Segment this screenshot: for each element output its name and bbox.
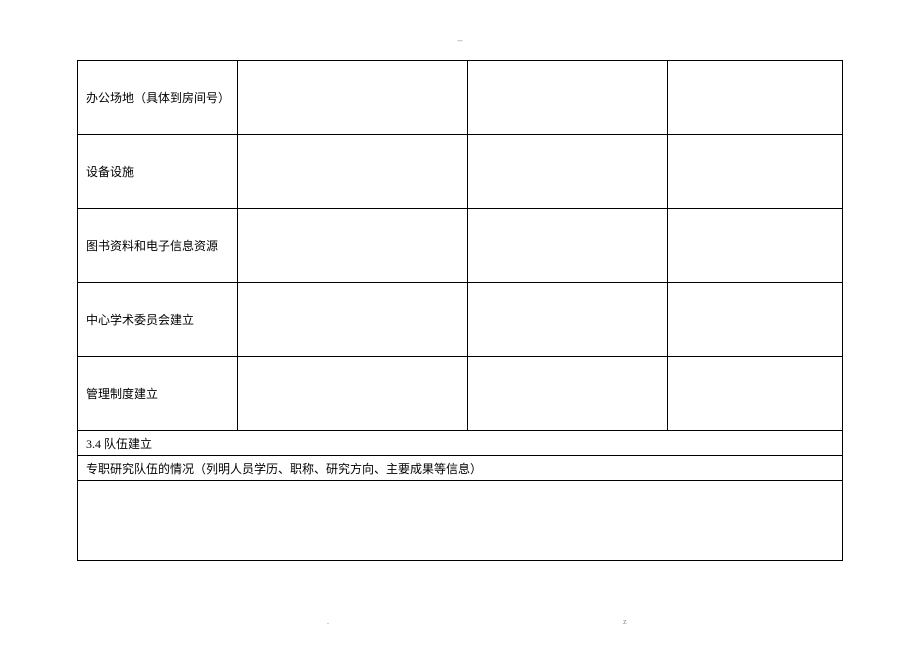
subtitle-row: 专职研究队伍的情况（列明人员学历、职称、研究方向、主要成果等信息） <box>78 456 843 481</box>
cell <box>238 135 468 209</box>
cell <box>668 209 843 283</box>
cell <box>468 135 668 209</box>
row-label-management: 管理制度建立 <box>78 357 238 431</box>
cell <box>468 357 668 431</box>
cell <box>238 283 468 357</box>
section-header-row: 3.4 队伍建立 <box>78 431 843 456</box>
top-page-mark: -- <box>457 36 462 45</box>
cell <box>468 61 668 135</box>
content-row <box>78 481 843 561</box>
cell <box>238 209 468 283</box>
table-row: 图书资料和电子信息资源 <box>78 209 843 283</box>
row-label-library: 图书资料和电子信息资源 <box>78 209 238 283</box>
form-table: 办公场地（具体到房间号） 设备设施 图书资料和电子信息资源 中心学术委员会建立 … <box>77 60 843 561</box>
cell <box>668 61 843 135</box>
row-label-committee: 中心学术委员会建立 <box>78 283 238 357</box>
document-page: 办公场地（具体到房间号） 设备设施 图书资料和电子信息资源 中心学术委员会建立 … <box>0 0 920 586</box>
row-label-equipment: 设备设施 <box>78 135 238 209</box>
content-cell <box>78 481 843 561</box>
table-row: 管理制度建立 <box>78 357 843 431</box>
section-subtitle: 专职研究队伍的情况（列明人员学历、职称、研究方向、主要成果等信息） <box>78 456 843 481</box>
cell <box>468 209 668 283</box>
cell <box>668 283 843 357</box>
bottom-mark-left: . <box>327 617 329 626</box>
table-row: 设备设施 <box>78 135 843 209</box>
cell <box>668 357 843 431</box>
bottom-mark-right: z <box>623 617 627 626</box>
row-label-office: 办公场地（具体到房间号） <box>78 61 238 135</box>
table-row: 办公场地（具体到房间号） <box>78 61 843 135</box>
table-row: 中心学术委员会建立 <box>78 283 843 357</box>
cell <box>468 283 668 357</box>
cell <box>668 135 843 209</box>
cell <box>238 61 468 135</box>
section-title: 3.4 队伍建立 <box>78 431 843 456</box>
cell <box>238 357 468 431</box>
